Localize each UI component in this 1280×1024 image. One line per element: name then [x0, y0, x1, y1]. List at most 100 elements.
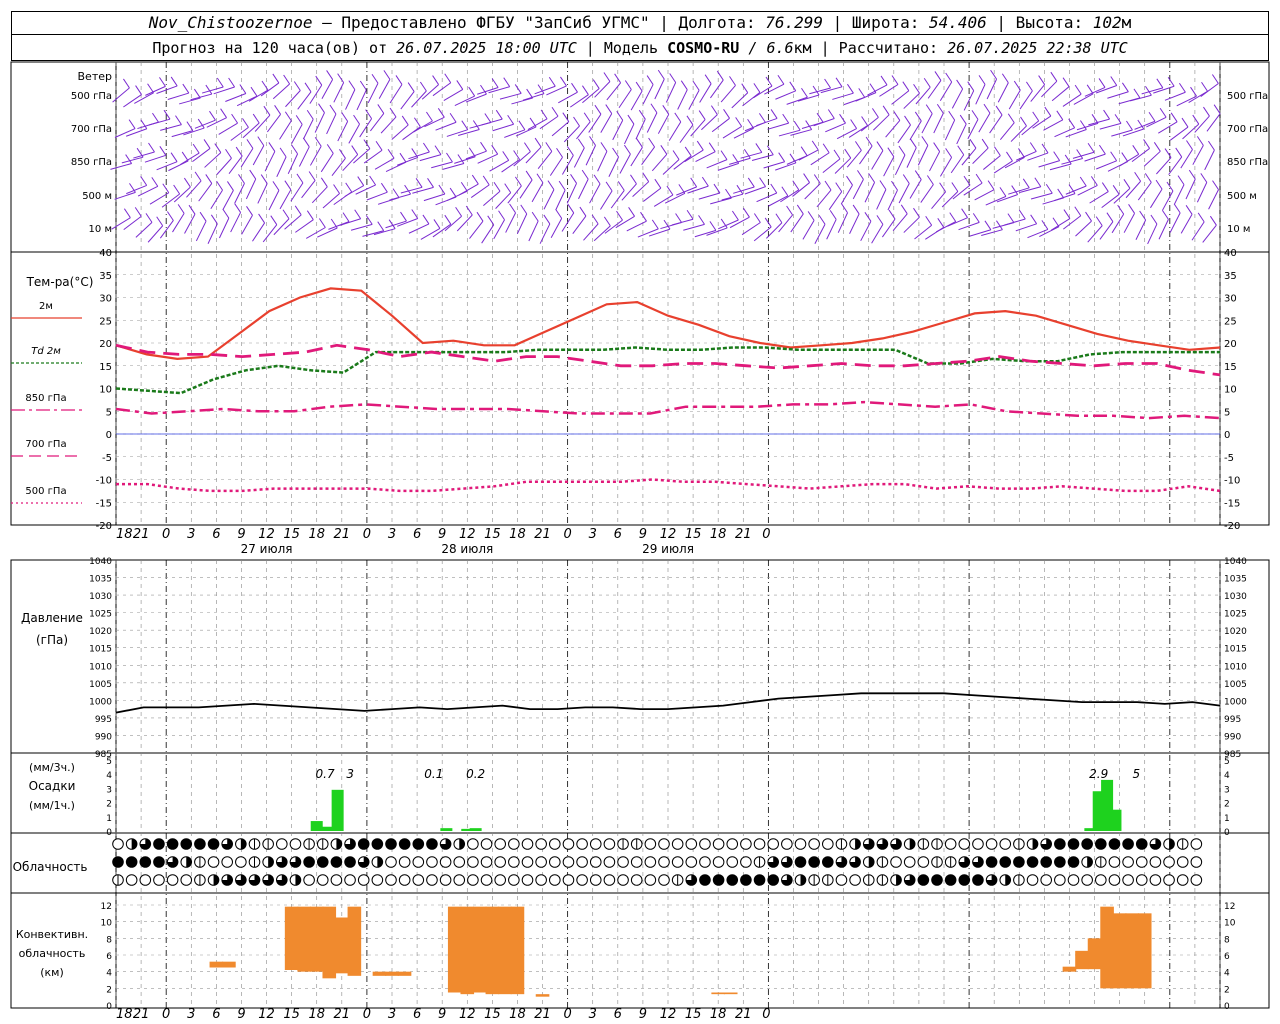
wind-barb-feather — [983, 103, 991, 114]
cloud-circle — [180, 838, 193, 850]
cloud-cover-symbol — [972, 874, 984, 886]
wind-barb — [424, 116, 445, 128]
wind-barb — [630, 147, 643, 167]
wind-barb — [600, 113, 613, 133]
convective-tick-label-right: 4 — [1224, 969, 1230, 979]
wind-barb-feather — [514, 176, 522, 187]
convective-bar — [1100, 906, 1114, 989]
wind-barb-feather — [220, 108, 227, 118]
wind-barb — [216, 157, 232, 175]
wind-barb — [168, 160, 189, 172]
cloud-cover-symbol — [985, 856, 998, 868]
wind-barb — [1088, 118, 1110, 126]
wind-barb-feather — [698, 215, 705, 225]
wind-barb — [477, 153, 498, 164]
cloud-cover-symbol — [931, 874, 943, 886]
wind-barb-feather — [543, 214, 551, 225]
wind-barb-feather — [1018, 209, 1026, 220]
cloud-circle — [467, 856, 479, 868]
wind-barb — [654, 78, 665, 100]
wind-barb-feather — [713, 183, 721, 194]
wind-barb — [711, 117, 730, 133]
wind-barb-feather — [449, 187, 457, 198]
wind-barb-feather — [616, 210, 623, 221]
cloud-cover-symbol — [644, 856, 657, 868]
wind-barb-feather — [407, 82, 415, 92]
wind-barb-feather — [209, 110, 216, 121]
wind-barb-feather — [306, 210, 314, 220]
wind-barb-feather — [170, 76, 178, 87]
wind-barb — [245, 178, 257, 200]
wind-barb — [458, 128, 480, 136]
wind-level-label: 500 гПа — [71, 91, 112, 102]
cloud-cover-symbol — [740, 856, 752, 868]
wind-barb-feather — [326, 70, 334, 80]
wind-barb — [260, 82, 280, 97]
hour-tick-label: 3 — [589, 1007, 597, 1022]
cloud-cover-symbol — [835, 856, 848, 868]
wind-barb — [593, 225, 611, 242]
wind-barb-feather — [654, 178, 662, 189]
wind-barb-feather — [375, 140, 383, 151]
wind-barb-feather — [759, 177, 767, 187]
wind-barb-feather — [523, 142, 531, 152]
wind-barb-feather — [582, 85, 589, 95]
temp-tick-label: -15 — [96, 498, 112, 509]
wind-barb — [929, 151, 941, 172]
wind-barb — [939, 157, 953, 177]
cloud-cover-symbol — [344, 874, 356, 886]
wind-level-label: 700 гПа — [71, 124, 112, 135]
cloud-cover-symbol — [330, 874, 343, 886]
pressure-tick-label: 1025 — [89, 610, 112, 620]
hour-tick-label: 15 — [283, 1007, 300, 1022]
convective-tick-label: 10 — [101, 919, 113, 929]
precip-value-label: 2.9 — [1089, 767, 1108, 781]
wind-barb-feather — [967, 81, 975, 91]
wind-barb — [632, 181, 650, 198]
wind-barb-feather — [743, 207, 750, 218]
wind-barb — [1063, 215, 1082, 230]
precip-value-label: 0.7 — [316, 767, 335, 781]
wind-barb-feather — [1212, 180, 1219, 190]
cloud-circle — [699, 838, 711, 850]
cloud-half — [1032, 838, 1038, 850]
cloud-circle — [316, 874, 329, 886]
cloud-circle — [549, 874, 561, 886]
wind-barb-feather — [476, 211, 484, 222]
cloud-circle — [1135, 838, 1148, 850]
wind-barb — [1096, 160, 1117, 170]
pressure-tick-label: 1000 — [89, 697, 112, 707]
cloud-circle — [1108, 874, 1121, 886]
wind-barb-feather — [807, 211, 815, 221]
wind-barb — [710, 197, 732, 205]
precip-tick-label: 2 — [106, 800, 112, 810]
wind-barb-feather — [1173, 203, 1181, 214]
wind-barb-feather — [782, 113, 790, 124]
wind-barb-feather — [507, 114, 515, 125]
wind-barb — [939, 81, 953, 102]
cloud-cover-symbol — [890, 874, 902, 886]
temp-tick-label-right: -20 — [1224, 521, 1240, 532]
cloud-circle — [985, 838, 998, 850]
precip-tick-label-right: 4 — [1224, 771, 1230, 781]
wind-barb-feather — [1020, 116, 1027, 127]
wind-barb — [179, 97, 201, 105]
cloud-cover-symbol — [794, 874, 807, 886]
cloud-cover-symbol — [344, 856, 356, 868]
cloud-cover-symbol — [958, 874, 971, 886]
precip-tick-label: 0 — [106, 828, 112, 838]
wind-barb — [550, 218, 563, 238]
wind-barb — [380, 116, 397, 134]
wind-barb-feather — [272, 73, 280, 84]
wind-barb-feather — [1098, 144, 1106, 155]
temp-tick-label: -20 — [96, 521, 112, 532]
wind-barb-feather — [1121, 152, 1129, 162]
cloud-cover-symbol — [180, 856, 193, 868]
wind-barb-feather — [646, 75, 654, 85]
cloud-circle — [398, 838, 411, 850]
cloud-circle — [521, 838, 534, 850]
cloud-cover-symbol — [1149, 838, 1162, 850]
wind-barb-feather — [747, 118, 754, 129]
wind-barb-feather — [981, 138, 989, 149]
cloud-circle — [535, 838, 547, 850]
